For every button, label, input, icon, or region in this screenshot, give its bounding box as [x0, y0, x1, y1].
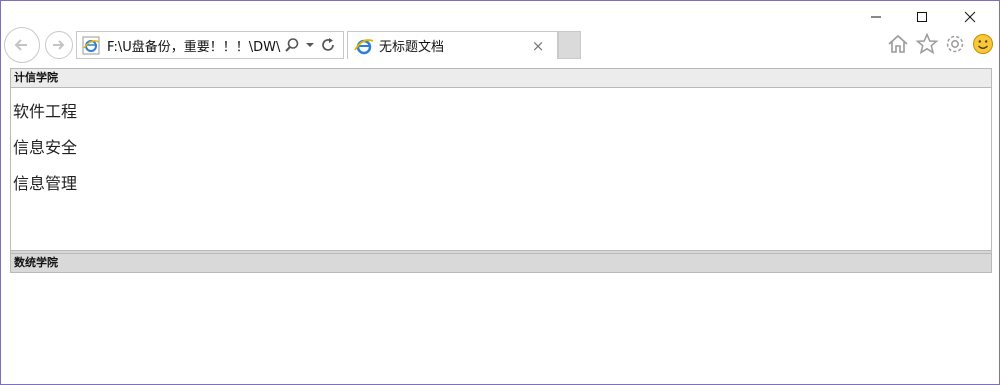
frame1-body: 软件工程 信息安全 信息管理	[10, 88, 992, 251]
list-item: 信息安全	[13, 138, 78, 157]
page-frameset: 计信学院 软件工程 信息安全 信息管理 数统学院	[10, 68, 992, 273]
dropdown-icon[interactable]	[301, 35, 319, 55]
frame1-header: 计信学院	[10, 68, 992, 88]
address-text[interactable]: F:\U盘备份，重要！！！\DW\	[107, 36, 283, 55]
back-icon	[14, 39, 27, 51]
gear-icon[interactable]	[942, 31, 968, 57]
forward-button[interactable]	[45, 31, 73, 59]
browser-window: F:\U盘备份，重要！！！\DW\ 无标题文档 × 计信学院 软件工程 信息安全…	[0, 0, 1000, 385]
close-icon	[964, 11, 976, 23]
forward-icon	[53, 40, 65, 50]
smile-icon[interactable]	[970, 31, 996, 57]
star-icon[interactable]	[914, 31, 940, 57]
tab-untitled-document[interactable]: 无标题文档 ×	[347, 31, 558, 59]
ie-logo-icon	[354, 38, 374, 54]
home-icon[interactable]	[885, 31, 911, 57]
frame2-header: 数统学院	[10, 253, 992, 273]
back-button[interactable]	[4, 27, 40, 63]
ie-page-icon	[82, 36, 100, 55]
tab-close-icon[interactable]: ×	[529, 37, 547, 55]
tab-title: 无标题文档	[379, 40, 445, 55]
address-bar[interactable]: F:\U盘备份，重要！！！\DW\	[76, 31, 344, 59]
search-icon[interactable]	[283, 35, 301, 55]
refresh-icon[interactable]	[319, 35, 337, 55]
new-tab-button[interactable]	[558, 31, 581, 59]
maximize-icon	[917, 12, 927, 22]
list-item: 信息管理	[13, 174, 78, 193]
list-item: 软件工程	[13, 102, 78, 121]
browser-toolbar: F:\U盘备份，重要！！！\DW\ 无标题文档 ×	[1, 27, 999, 63]
minimize-icon	[871, 16, 881, 18]
